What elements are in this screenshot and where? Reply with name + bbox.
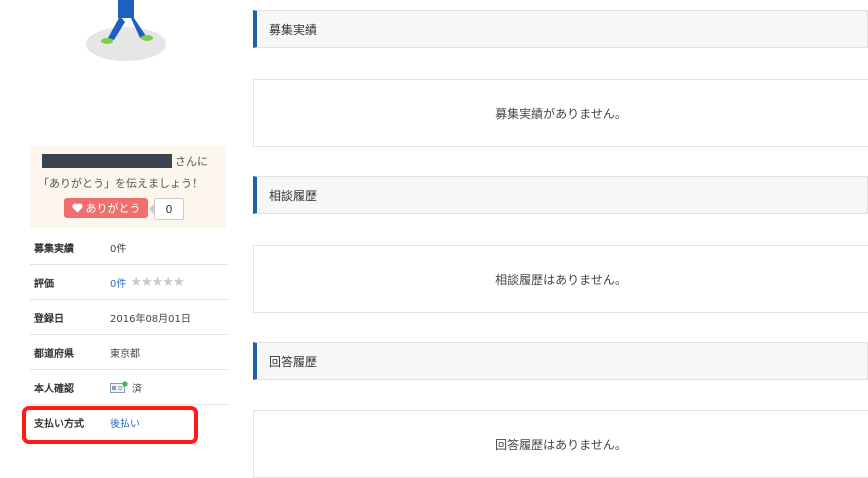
info-label: 本人確認 xyxy=(34,383,74,395)
info-row-recruit: 募集実績 0件 xyxy=(30,230,228,265)
section-heading-consult: 相談履歴 xyxy=(253,176,868,214)
info-value: 済 xyxy=(132,383,142,395)
section-empty-answer: 回答履歴はありません。 xyxy=(253,410,868,478)
info-label: 評価 xyxy=(34,278,54,290)
info-label: 登録日 xyxy=(34,313,64,325)
heart-icon xyxy=(71,203,83,213)
info-row-rating: 評価 0件 ★★★★★ xyxy=(30,265,228,300)
info-row-prefecture: 都道府県 東京都 xyxy=(30,335,228,370)
thanks-suffix: さんに xyxy=(175,155,208,168)
info-value: 2016年08月01日 xyxy=(110,313,191,325)
info-label: 募集実績 xyxy=(34,243,74,255)
section-empty-recruit: 募集実績がありません。 xyxy=(253,79,868,147)
info-row-registered: 登録日 2016年08月01日 xyxy=(30,300,228,335)
rating-stars-icon: ★★★★★ xyxy=(130,274,184,290)
thanks-message: 「ありがとう」を伝えましょう！ xyxy=(38,177,203,190)
id-card-icon xyxy=(110,381,128,393)
info-label: 都道府県 xyxy=(34,348,74,360)
user-avatar xyxy=(78,0,174,66)
rating-count-link[interactable]: 0件 xyxy=(110,275,126,290)
thanks-count: 0 xyxy=(149,198,184,220)
info-row-identity: 本人確認 済 xyxy=(30,370,228,405)
highlight-annotation xyxy=(22,406,198,444)
thanks-button-label: ありがとう xyxy=(85,202,141,215)
section-heading-answer: 回答履歴 xyxy=(253,342,868,380)
section-empty-consult: 相談履歴はありません。 xyxy=(253,245,868,313)
redacted-username xyxy=(42,154,172,168)
avatar-figure-icon xyxy=(86,0,166,61)
info-value: 東京都 xyxy=(110,348,140,360)
thanks-panel: さんに 「ありがとう」を伝えましょう！ ありがとう 0 xyxy=(30,146,226,228)
thanks-button[interactable]: ありがとう xyxy=(64,198,148,218)
section-heading-recruit: 募集実績 xyxy=(253,10,868,48)
info-value: 0件 xyxy=(110,243,127,255)
